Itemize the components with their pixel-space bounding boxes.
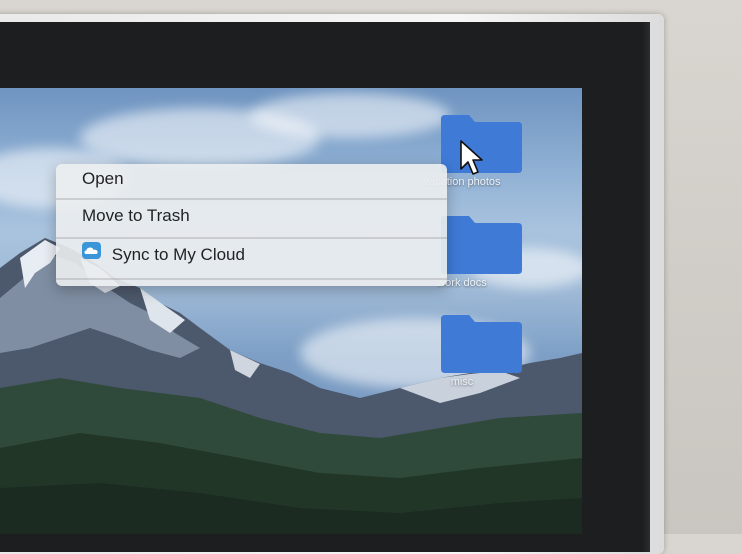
menu-item-move-to-trash[interactable]: Move to Trash (56, 200, 447, 239)
desktop-screen[interactable]: vacation photos work docs misc Open Move… (0, 88, 582, 534)
menu-item-label: Sync to My Cloud (111, 245, 245, 264)
cloud-sync-icon (82, 238, 101, 270)
menu-item-open[interactable]: Open (56, 164, 447, 200)
context-menu: Open Move to Trash Sync to My Cloud (56, 164, 447, 286)
menu-item-label: Move to Trash (82, 206, 190, 225)
folder-icon (441, 315, 522, 373)
folder-icon (441, 216, 522, 274)
menu-item-sync-to-my-cloud[interactable]: Sync to My Cloud (56, 239, 447, 280)
menu-item-label: Open (82, 169, 124, 188)
folder-label: misc (450, 376, 474, 388)
mouse-pointer-icon (460, 140, 483, 175)
